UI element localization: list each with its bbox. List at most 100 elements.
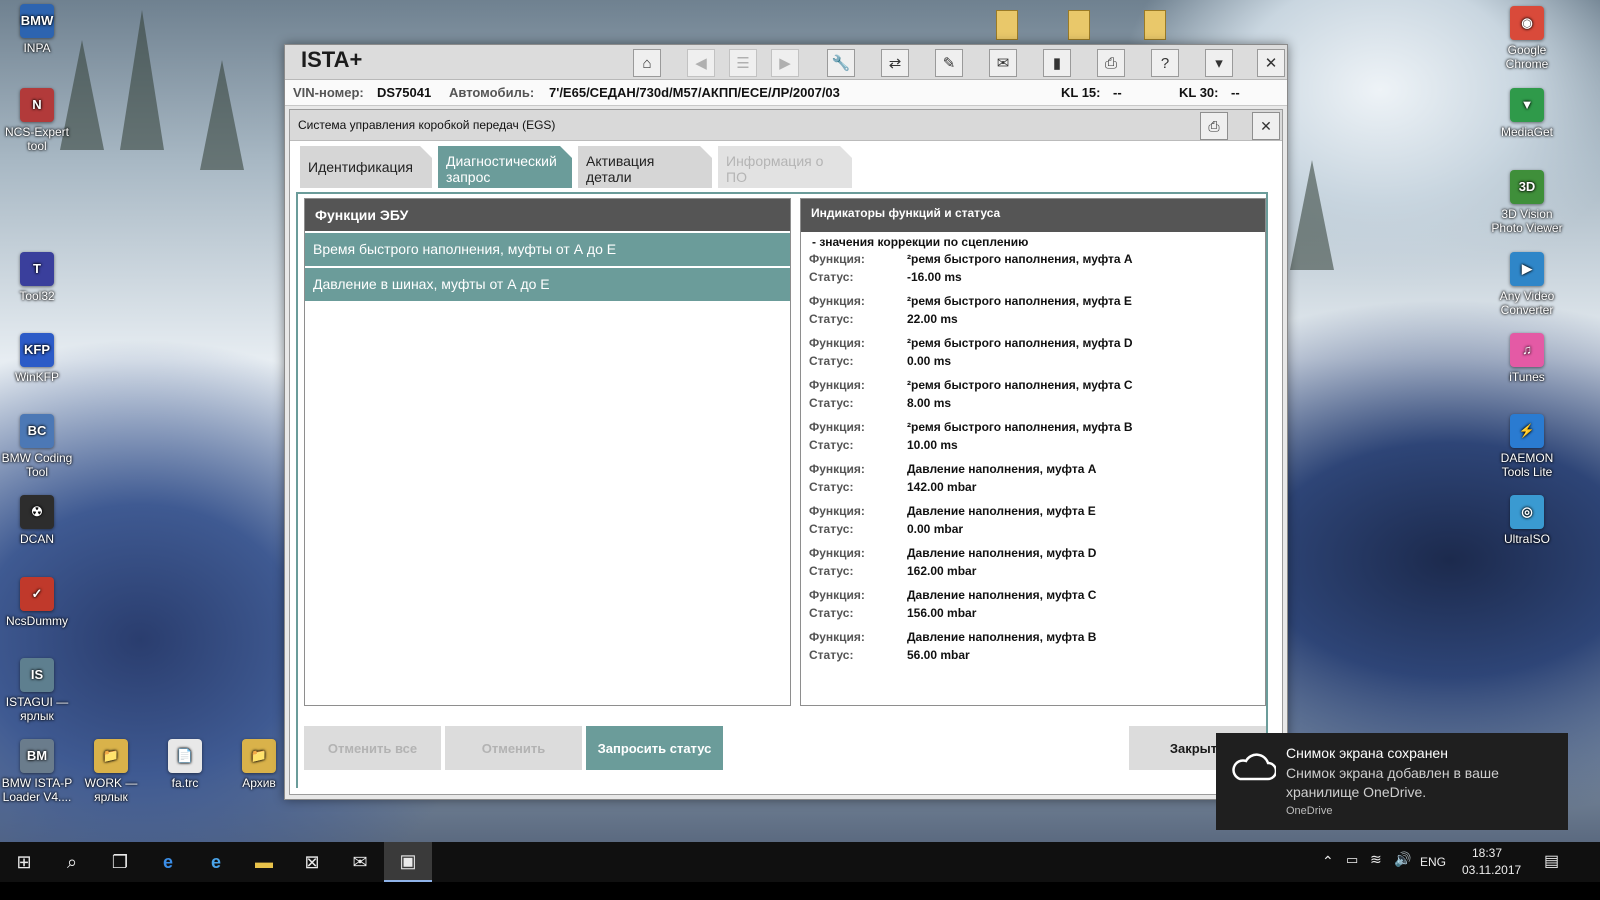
desktop-shortcut[interactable]: ◎ UltraISO — [1490, 495, 1564, 546]
desktop-shortcut[interactable]: T Tool32 — [0, 252, 74, 303]
result-function-row: Функция: ²ремя быстрого наполнения, муфта… — [809, 292, 1265, 310]
windows-start-icon[interactable]: ⊞ — [0, 842, 48, 882]
function-name: ²ремя быстрого наполнения, муфта C — [907, 378, 1133, 392]
pen-icon[interactable]: ✎ — [935, 49, 963, 77]
close-icon[interactable]: ✕ — [1257, 49, 1285, 77]
app-icon: BC — [20, 414, 54, 448]
status-key: Статус: — [809, 438, 854, 452]
clock-time[interactable]: 18:37 — [1472, 846, 1502, 860]
wifi-icon[interactable]: ≋ — [1370, 851, 1382, 868]
function-name: ²ремя быстрого наполнения, муфта A — [907, 252, 1133, 266]
dialog-close-icon[interactable]: ✕ — [1252, 112, 1280, 140]
status-key: Статус: — [809, 564, 854, 578]
shortcut-label: WORK — ярлык — [84, 776, 138, 804]
shortcut-label: WinKFP — [14, 370, 59, 384]
desktop-shortcut[interactable]: BMW INPA — [0, 4, 74, 55]
home-icon[interactable]: ⌂ — [633, 49, 661, 77]
app-icon: 📄 — [168, 739, 202, 773]
cancel-all-button[interactable]: Отменить все — [304, 726, 441, 770]
chevron-up-icon[interactable]: ⌃ — [1322, 853, 1334, 870]
desktop-shortcut[interactable]: 📄 fa.trc — [148, 739, 222, 790]
desktop-shortcut[interactable]: BC BMW Coding Tool — [0, 414, 74, 479]
internet-explorer-icon[interactable]: e — [192, 842, 240, 882]
desktop-shortcut[interactable]: ⚡ DAEMON Tools Lite — [1490, 414, 1564, 479]
mail-app-icon[interactable]: ✉ — [336, 842, 384, 882]
shortcut-label: 3D Vision Photo Viewer — [1491, 207, 1563, 235]
tab-label: Информация о — [726, 153, 824, 169]
app-icon: ♫ — [1510, 333, 1544, 367]
function-item-fill-time[interactable]: Время быстрого наполнения, муфты от А до… — [305, 233, 790, 266]
printer-icon[interactable]: ⎙ — [1097, 49, 1125, 77]
task-view-icon[interactable]: ❐ — [96, 842, 144, 882]
result-status-row: Статус: 162.00 mbar — [809, 562, 1265, 580]
function-key: Функция: — [809, 630, 865, 644]
function-key: Функция: — [809, 504, 865, 518]
cancel-button[interactable]: Отменить — [445, 726, 582, 770]
dialog-header: Система управления коробкой передач (EGS… — [290, 110, 1282, 141]
result-status-row: Статус: -16.00 ms — [809, 268, 1265, 286]
desktop-shortcut[interactable]: BM BMW ISTA-P Loader V4.... — [0, 739, 74, 804]
folder-icon[interactable] — [1144, 10, 1166, 40]
result-status-row: Статус: 142.00 mbar — [809, 478, 1265, 496]
status-value: -16.00 ms — [907, 270, 962, 284]
tab-label: запрос — [446, 169, 491, 185]
status-value: 162.00 mbar — [907, 564, 977, 578]
result-status-row: Статус: 0.00 ms — [809, 352, 1265, 370]
desktop-shortcut[interactable]: ✓ NcsDummy — [0, 577, 74, 628]
mail-icon[interactable]: ✉ — [989, 49, 1017, 77]
desktop-shortcut[interactable]: ▼ MediaGet — [1490, 88, 1564, 139]
folder-icon[interactable] — [996, 10, 1018, 40]
battery-icon[interactable]: ▮ — [1043, 49, 1071, 77]
request-status-button[interactable]: Запросить статус — [586, 726, 723, 770]
desktop-shortcut[interactable]: ♫ iTunes — [1490, 333, 1564, 384]
vin-label: VIN-номер: — [293, 85, 364, 100]
status-indicators-panel: Индикаторы функций и статуса - значения … — [800, 198, 1266, 706]
print-icon[interactable]: ⎙ — [1200, 112, 1228, 140]
tab-software-info[interactable]: Информация о ПО — [718, 146, 852, 188]
language-indicator[interactable]: ENG — [1420, 855, 1446, 869]
folder-icon[interactable] — [1068, 10, 1090, 40]
kl30-value: -- — [1231, 85, 1240, 100]
result-function-row: Функция: ²ремя быстрого наполнения, муфта… — [809, 334, 1265, 352]
help-icon[interactable]: ? — [1151, 49, 1179, 77]
function-item-pressure[interactable]: Давление в шинах, муфты от А до Е — [305, 268, 790, 301]
battery-tray-icon[interactable]: ▭ — [1346, 852, 1358, 868]
tab-diagnostic-request[interactable]: Диагностический запрос — [438, 146, 572, 188]
desktop-shortcut[interactable]: ◉ Google Chrome — [1490, 6, 1564, 71]
tab-label: Идентификация — [308, 159, 413, 175]
tab-identification[interactable]: Идентификация — [300, 146, 432, 188]
status-value: 8.00 ms — [907, 396, 952, 410]
status-key: Статус: — [809, 522, 854, 536]
desktop-shortcut[interactable]: KFP WinKFP — [0, 333, 74, 384]
app-icon: ⚡ — [1510, 414, 1544, 448]
app-icon: ◎ — [1510, 495, 1544, 529]
function-name: Давление наполнения, муфта B — [907, 630, 1097, 644]
list-icon[interactable]: ☰ — [729, 49, 757, 77]
desktop-shortcut[interactable]: ▶ Any Video Converter — [1490, 252, 1564, 317]
edge-icon[interactable]: e — [144, 842, 192, 882]
back-icon[interactable]: ◀ — [687, 49, 715, 77]
desktop-shortcut[interactable]: IS ISTAGUI — ярлык — [0, 658, 74, 723]
search-icon[interactable]: ⌕ — [48, 842, 96, 882]
vehicle-value: 7'/E65/СЕДАН/730d/M57/АКПП/ЕСЕ/ЛР/2007/0… — [549, 85, 840, 100]
dropdown-icon[interactable]: ▾ — [1205, 49, 1233, 77]
wrench-icon[interactable]: 🔧 — [827, 49, 855, 77]
shortcut-label: INPA — [23, 41, 51, 55]
desktop-shortcut[interactable]: ☢ DCAN — [0, 495, 74, 546]
store-icon[interactable]: ⊠ — [288, 842, 336, 882]
clock-date[interactable]: 03.11.2017 — [1462, 863, 1521, 877]
volume-icon[interactable]: 🔊 — [1394, 851, 1411, 868]
result-function-row: Функция: ²ремя быстрого наполнения, муфта… — [809, 376, 1265, 394]
forward-icon[interactable]: ▶ — [771, 49, 799, 77]
desktop-shortcut[interactable]: 3D 3D Vision Photo Viewer — [1490, 170, 1564, 235]
desktop-shortcut[interactable]: N NCS-Expert tool — [0, 88, 74, 153]
desktop-shortcut[interactable]: 📁 WORK — ярлык — [74, 739, 148, 804]
ista-taskbar-icon[interactable]: ▣ — [384, 842, 432, 882]
action-center-icon[interactable]: ▤ — [1544, 851, 1559, 871]
result-status-row: Статус: 0.00 mbar — [809, 520, 1265, 538]
onedrive-notification[interactable]: Снимок экрана сохранен Снимок экрана доб… — [1216, 733, 1568, 830]
file-explorer-icon[interactable]: ▬ — [240, 842, 288, 882]
tab-component-activation[interactable]: Активация детали — [578, 146, 712, 188]
compare-icon[interactable]: ⇄ — [881, 49, 909, 77]
result-status-row: Статус: 8.00 ms — [809, 394, 1265, 412]
